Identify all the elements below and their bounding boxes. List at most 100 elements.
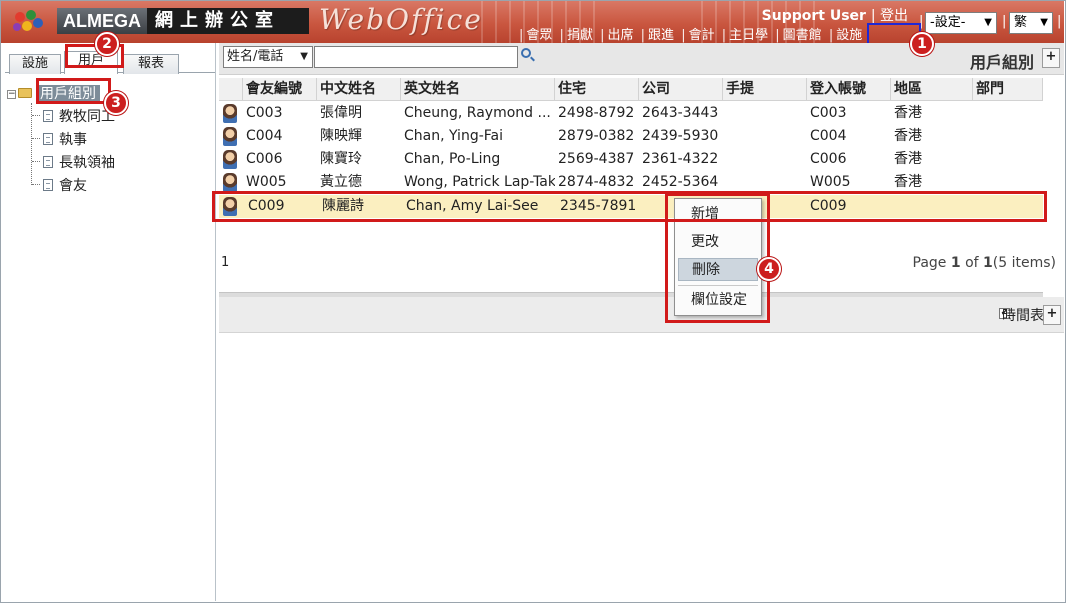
cell-home: 2569-4387	[558, 151, 635, 167]
language-select[interactable]: 繁 ▼	[1009, 12, 1053, 34]
cell-region: 香港	[894, 128, 922, 144]
pager-text: Page	[912, 255, 947, 271]
brand-name-chinese: 網上辦公室	[147, 8, 309, 34]
column-header-home[interactable]: 住宅	[555, 78, 639, 101]
column-header-office[interactable]: 公司	[639, 78, 723, 101]
cell-mobile	[723, 125, 726, 148]
search-input[interactable]	[314, 46, 518, 68]
cell-mobile	[723, 148, 726, 171]
filter-select[interactable]: 姓名/電話 ▼	[223, 46, 313, 68]
search-icon[interactable]	[521, 48, 531, 58]
column-header-member-id[interactable]: 會友編號	[243, 78, 317, 101]
logout-link[interactable]: 登出	[880, 8, 908, 24]
cell-member-id: C003	[246, 105, 283, 121]
user-area: Support User | 登出	[762, 5, 908, 25]
cell-chinese-name: 張偉明	[320, 105, 362, 121]
tree-item-members[interactable]: 會友	[43, 175, 87, 195]
nav-library[interactable]: 圖書館	[780, 28, 825, 43]
cell-login: C003	[810, 105, 847, 121]
table-row[interactable]: C004 陳映輝 Chan, Ying-Fai 2879-0382 2439-5…	[219, 125, 1043, 148]
left-panel: 設施 用戶 報表 − 用戶組別 教牧同工 執事 長執領袖 會友	[1, 43, 216, 601]
settings-select[interactable]: -設定- ▼	[925, 12, 997, 34]
cell-office: 2643-3443	[642, 105, 719, 121]
column-header-photo	[219, 78, 243, 101]
callout-badge: 3	[104, 91, 128, 115]
top-nav: | 會眾 | 捐獻 | 出席 | 跟進 | 會計 | 主日學 | 圖書館 | 設施	[519, 24, 865, 43]
nav-donation[interactable]: 捐獻	[564, 28, 596, 43]
column-header-login[interactable]: 登入帳號	[807, 78, 891, 101]
annotation-box-tree-root	[36, 78, 111, 104]
cell-english-name: Chan, Ying-Fai	[404, 128, 503, 144]
cell-region: 香港	[894, 151, 922, 167]
cell-login: C006	[810, 151, 847, 167]
nav-sunday-school[interactable]: 主日學	[726, 28, 771, 43]
cell-login: C004	[810, 128, 847, 144]
table-row[interactable]: C003 張偉明 Cheung, Raymond ... 2498-8792 2…	[219, 102, 1043, 125]
tree-item-label: 會友	[59, 178, 87, 194]
tree-item-label: 長執領袖	[59, 155, 115, 171]
column-header-chinese-name[interactable]: 中文姓名	[317, 78, 401, 101]
nav-congregation[interactable]: 會眾	[523, 28, 555, 43]
separator: |	[870, 8, 880, 24]
callout-badge: 4	[757, 257, 781, 281]
expand-panel-button[interactable]: +	[1042, 48, 1060, 68]
nav-facilities[interactable]: 設施	[833, 28, 865, 43]
tree-item-deacons[interactable]: 執事	[43, 129, 87, 149]
nav-attendance[interactable]: 出席	[604, 28, 636, 43]
table-header: 會友編號 中文姓名 英文姓名 住宅 公司 手提 登入帳號 地區 部門	[219, 78, 1043, 101]
pager-page-size: 1	[221, 255, 230, 270]
column-header-department[interactable]: 部門	[973, 78, 1043, 101]
tree-connector	[32, 161, 40, 162]
tree-connector	[32, 184, 40, 185]
tree-item-pastoral-staff[interactable]: 教牧同工	[43, 106, 115, 126]
document-icon	[43, 133, 53, 145]
tab-reports[interactable]: 報表	[123, 54, 179, 74]
collapse-icon[interactable]: −	[7, 90, 16, 99]
username: Support User	[761, 8, 866, 24]
cell-office: 2439-5930	[642, 128, 719, 144]
pager-info: Page 1 of 1(5 items)	[913, 255, 1056, 271]
cell-member-id: C006	[246, 151, 283, 167]
nav-accounting[interactable]: 會計	[686, 28, 718, 43]
cell-member-id: C004	[246, 128, 283, 144]
product-title: WebOffice	[319, 3, 483, 36]
callout-badge: 1	[910, 32, 934, 56]
avatar	[223, 104, 237, 123]
filter-select-value: 姓名/電話	[227, 49, 284, 64]
cell-home: 2498-8792	[558, 105, 635, 121]
avatar	[223, 150, 237, 169]
column-header-english-name[interactable]: 英文姓名	[401, 78, 555, 101]
document-icon	[43, 179, 53, 191]
cell-mobile	[723, 102, 726, 125]
tree-item-elders[interactable]: 長執領袖	[43, 152, 115, 172]
column-header-mobile[interactable]: 手提	[723, 78, 807, 101]
pager-current: 1	[950, 255, 961, 271]
schedule-bar: ✔ 時間表 +	[219, 297, 1064, 333]
document-icon	[43, 156, 53, 168]
chevron-down-icon: ▼	[984, 17, 992, 28]
folder-icon	[18, 88, 32, 98]
pager-text: of	[965, 255, 979, 271]
separator: |	[1002, 14, 1007, 29]
tree-connector	[32, 138, 40, 139]
cell-department	[973, 125, 976, 148]
avatar	[223, 173, 237, 192]
brand-name: ALMEGA	[57, 8, 147, 34]
search-toolbar: 姓名/電話 ▼ 用戶組別 +	[219, 43, 1064, 75]
document-icon	[43, 110, 53, 122]
schedule-expand-button[interactable]: +	[1043, 305, 1061, 325]
tab-facilities[interactable]: 設施	[9, 54, 61, 74]
cell-department	[973, 102, 976, 125]
callout-badge: 2	[95, 32, 119, 56]
nav-followup[interactable]: 跟進	[645, 28, 677, 43]
chevron-down-icon: ▼	[300, 51, 308, 62]
annotation-box-selected-row	[212, 191, 1047, 222]
cell-department	[973, 148, 976, 171]
cell-chinese-name: 陳映輝	[320, 128, 362, 144]
settings-select-value: -設定-	[930, 15, 966, 30]
main-panel: 姓名/電話 ▼ 用戶組別 + 會友編號 中文姓名 英文姓名 住宅 公司 手提 登…	[219, 43, 1064, 601]
schedule-label: 時間表	[1002, 308, 1044, 324]
table-row[interactable]: C006 陳寶玲 Chan, Po-Ling 2569-4387 2361-43…	[219, 148, 1043, 171]
column-header-region[interactable]: 地區	[891, 78, 973, 101]
tree-item-label: 執事	[59, 132, 87, 148]
